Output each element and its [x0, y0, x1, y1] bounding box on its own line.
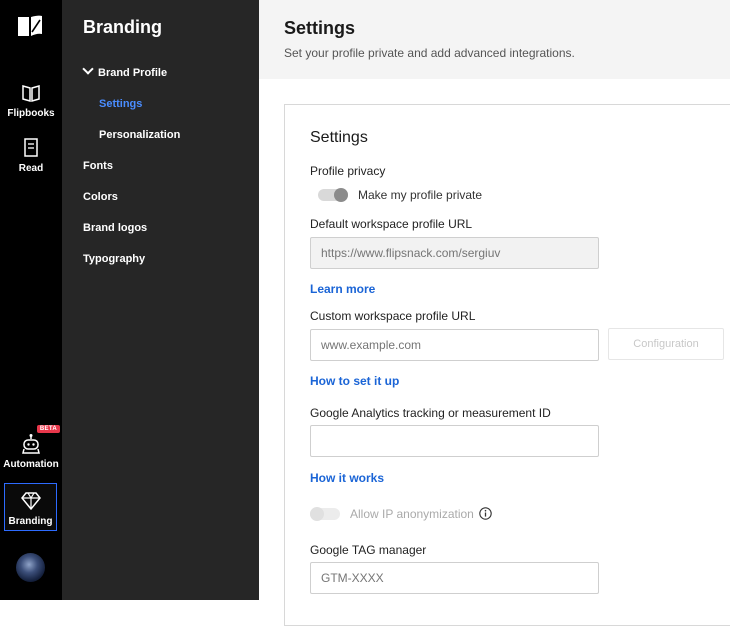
page-subtitle: Set your profile private and add advance…: [284, 46, 575, 60]
private-profile-toggle[interactable]: [318, 188, 348, 202]
page-title: Settings: [284, 18, 356, 38]
how-it-works-link[interactable]: How it works: [310, 471, 384, 485]
branding-menu: Branding Brand Profile Settings Personal…: [62, 0, 259, 600]
document-icon: [24, 138, 38, 157]
rail-item-label: Read: [18, 163, 44, 174]
menu-item-fonts[interactable]: Fonts: [83, 160, 113, 172]
toggle-knob: [334, 188, 348, 202]
rail-item-flipbooks[interactable]: Flipbooks: [0, 82, 62, 119]
custom-url-input[interactable]: [310, 329, 599, 361]
menu-item-typography[interactable]: Typography: [83, 253, 145, 265]
rail-item-read[interactable]: Read: [0, 137, 62, 174]
beta-badge: BETA: [36, 425, 60, 433]
book-open-icon: [22, 85, 40, 102]
rail-item-label: Branding: [8, 516, 53, 527]
settings-card: Settings Profile privacy Make my profile…: [284, 104, 730, 626]
profile-privacy-label: Profile privacy: [310, 164, 386, 178]
menu-item-brand-profile[interactable]: Brand Profile: [82, 63, 168, 79]
menu-title: Branding: [83, 17, 162, 37]
ip-anonymization-label: Allow IP anonymization: [350, 507, 474, 521]
chevron-down-icon: [82, 63, 94, 75]
app-logo-icon[interactable]: [16, 14, 44, 38]
ga-label: Google Analytics tracking or measurement…: [310, 406, 551, 420]
default-url-field: [310, 237, 599, 269]
gtm-input[interactable]: [310, 562, 599, 594]
menu-item-label: Brand Profile: [98, 67, 168, 79]
learn-more-link[interactable]: Learn more: [310, 282, 375, 296]
menu-item-personalization[interactable]: Personalization: [99, 129, 180, 141]
main-content: Settings Set your profile private and ad…: [259, 0, 730, 626]
menu-item-settings[interactable]: Settings: [99, 98, 142, 110]
menu-item-colors[interactable]: Colors: [83, 191, 118, 203]
page-header: Settings Set your profile private and ad…: [259, 0, 730, 79]
default-url-label: Default workspace profile URL: [310, 217, 473, 231]
avatar[interactable]: [16, 553, 45, 582]
rail-item-label: Automation: [3, 459, 59, 470]
diamond-icon: [20, 492, 41, 511]
custom-url-label: Custom workspace profile URL: [310, 309, 476, 323]
info-icon[interactable]: [479, 507, 492, 520]
gtm-label: Google TAG manager: [310, 543, 427, 557]
rail-item-branding[interactable]: Branding: [4, 483, 57, 531]
toggle-knob: [310, 507, 324, 521]
how-to-set-link[interactable]: How to set it up: [310, 374, 399, 388]
menu-item-brand-logos[interactable]: Brand logos: [83, 222, 147, 234]
card-title: Settings: [310, 129, 368, 146]
rail-item-automation[interactable]: BETA Automation: [0, 425, 62, 470]
configuration-button[interactable]: Configuration: [608, 328, 724, 360]
private-profile-toggle-label: Make my profile private: [358, 188, 483, 202]
robot-icon: [22, 434, 40, 454]
ip-anonymization-toggle[interactable]: [310, 507, 340, 521]
rail-item-label: Flipbooks: [7, 108, 55, 119]
icon-rail: Flipbooks Read BETA Automation Branding: [0, 0, 62, 600]
ga-input[interactable]: [310, 425, 599, 457]
